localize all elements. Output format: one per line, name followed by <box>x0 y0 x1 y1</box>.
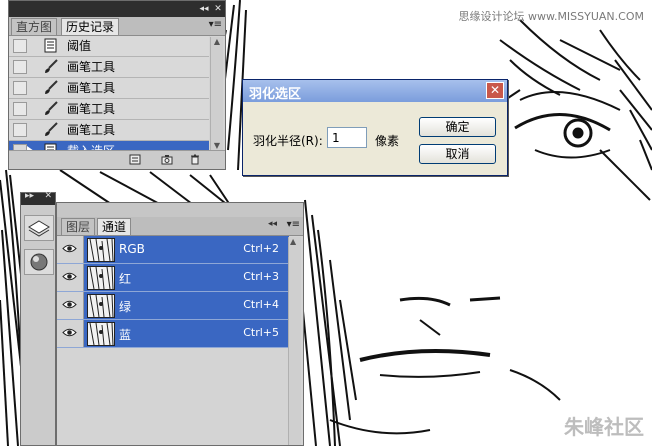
layers-dock-button[interactable] <box>24 215 54 241</box>
history-item-label: 画笔工具 <box>67 81 116 95</box>
pixels-unit-label: 像素 <box>375 134 400 148</box>
history-item-threshold[interactable]: 阈值 <box>9 36 209 57</box>
channels-icon <box>30 253 48 271</box>
eye-icon <box>62 328 77 337</box>
snapshot-checkbox[interactable] <box>13 102 27 116</box>
panel-drag-strip[interactable] <box>57 203 303 217</box>
brush-icon <box>45 59 58 73</box>
adjustment-doc-icon <box>44 38 57 53</box>
history-panel: ◂◂ ✕ 直方图 历史记录 ▾≡ 阈值 画笔工具 画笔工具 画笔工具 画笔工具 … <box>8 0 226 170</box>
visibility-toggle[interactable] <box>57 320 84 347</box>
new-document-from-state-icon[interactable] <box>129 154 141 165</box>
history-item-brush[interactable]: 画笔工具 <box>9 57 209 78</box>
scroll-up-icon[interactable]: ▲ <box>212 37 222 47</box>
panel-menu-icon[interactable]: ▾≡ <box>209 19 222 30</box>
history-scrollbar[interactable]: ▲ ▼ <box>210 37 223 151</box>
channel-shortcut: Ctrl+3 <box>243 270 279 283</box>
brush-icon <box>45 122 58 136</box>
channel-row-rgb[interactable]: RGB Ctrl+2 <box>57 236 289 264</box>
eye-icon <box>62 272 77 281</box>
channel-shortcut: Ctrl+5 <box>243 326 279 339</box>
collapse-icon[interactable]: ◂◂ <box>197 1 211 17</box>
channel-shortcut: Ctrl+4 <box>243 298 279 311</box>
snapshot-checkbox[interactable] <box>13 39 27 53</box>
snapshot-checkbox[interactable] <box>13 123 27 137</box>
history-list: 阈值 画笔工具 画笔工具 画笔工具 画笔工具 <box>9 36 209 162</box>
scroll-up-icon[interactable]: ▲ <box>290 237 296 246</box>
history-tab-bar: 直方图 历史记录 ▾≡ <box>9 17 225 36</box>
history-item-label: 阈值 <box>67 39 92 53</box>
tab-histogram[interactable]: 直方图 <box>11 18 58 35</box>
feather-radius-label: 羽化半径(R): <box>253 134 323 148</box>
channel-name: RGB <box>119 242 145 256</box>
channel-thumbnail <box>87 266 115 290</box>
channel-name: 绿 <box>119 300 132 314</box>
collapse-icon[interactable]: ◂◂ <box>268 219 277 229</box>
ok-button[interactable]: 确定 <box>419 117 496 137</box>
tab-layers[interactable]: 图层 <box>61 218 96 235</box>
history-item-label: 画笔工具 <box>67 60 116 74</box>
channel-thumbnail <box>87 322 115 346</box>
visibility-toggle[interactable] <box>57 264 84 291</box>
panel-drag-strip[interactable]: ◂◂ ✕ <box>9 1 225 17</box>
history-item-brush[interactable]: 画笔工具 <box>9 99 209 120</box>
panel-menu-icon[interactable]: ▾≡ <box>287 219 300 230</box>
close-icon[interactable]: ✕ <box>211 1 225 17</box>
channel-name: 蓝 <box>119 328 132 342</box>
history-footer <box>9 150 225 169</box>
channels-tab-bar: 图层 通道 ◂◂ ▾≡ <box>57 217 303 236</box>
watermark-top: 思缘设计论坛 www.MISSYUAN.COM <box>458 10 644 23</box>
dialog-titlebar[interactable]: 羽化选区 ✕ <box>243 80 507 102</box>
visibility-toggle[interactable] <box>57 236 84 263</box>
dialog-close-button[interactable]: ✕ <box>486 82 504 99</box>
eye-icon <box>62 300 77 309</box>
channels-panel: 图层 通道 ◂◂ ▾≡ RGB Ctrl+2 红 Ctrl+3 绿 Ctrl+4… <box>56 202 304 446</box>
dialog-title: 羽化选区 <box>249 87 302 102</box>
channel-thumbnail <box>87 294 115 318</box>
history-item-brush[interactable]: 画笔工具 <box>9 78 209 99</box>
snapshot-checkbox[interactable] <box>13 81 27 95</box>
expand-icon[interactable]: ▸▸ <box>25 191 34 201</box>
channels-list: RGB Ctrl+2 红 Ctrl+3 绿 Ctrl+4 蓝 Ctrl+5 <box>57 236 289 348</box>
feather-selection-dialog: 羽化选区 ✕ 羽化半径(R): 像素 确定 取消 <box>242 79 508 176</box>
camera-snapshot-icon[interactable] <box>161 154 173 165</box>
channel-row-red[interactable]: 红 Ctrl+3 <box>57 264 289 292</box>
channel-thumbnail <box>87 238 115 262</box>
tab-history[interactable]: 历史记录 <box>61 18 120 35</box>
tab-channels[interactable]: 通道 <box>97 218 132 235</box>
cancel-button[interactable]: 取消 <box>419 144 496 164</box>
visibility-toggle[interactable] <box>57 292 84 319</box>
watermark-bottom: 朱峰社区 <box>564 415 644 439</box>
layers-icon <box>28 220 50 237</box>
channel-shortcut: Ctrl+2 <box>243 242 279 255</box>
history-item-label: 画笔工具 <box>67 123 116 137</box>
snapshot-checkbox[interactable] <box>13 60 27 74</box>
channel-row-blue[interactable]: 蓝 Ctrl+5 <box>57 320 289 348</box>
eye-icon <box>62 244 77 253</box>
history-item-label: 画笔工具 <box>67 102 116 116</box>
brush-icon <box>45 80 58 94</box>
channel-row-green[interactable]: 绿 Ctrl+4 <box>57 292 289 320</box>
channels-dock-button[interactable] <box>24 249 54 275</box>
channel-name: 红 <box>119 272 132 286</box>
feather-radius-input[interactable] <box>327 127 367 148</box>
dock-drag-strip[interactable]: ▸▸ ✕ <box>21 191 55 205</box>
collapsed-panel-dock: ▸▸ ✕ <box>20 191 56 446</box>
channels-scrollbar[interactable]: ▲ <box>288 237 301 445</box>
close-icon[interactable]: ✕ <box>44 191 52 201</box>
brush-icon <box>45 101 58 115</box>
history-item-brush[interactable]: 画笔工具 <box>9 120 209 141</box>
trash-icon[interactable] <box>189 154 201 165</box>
